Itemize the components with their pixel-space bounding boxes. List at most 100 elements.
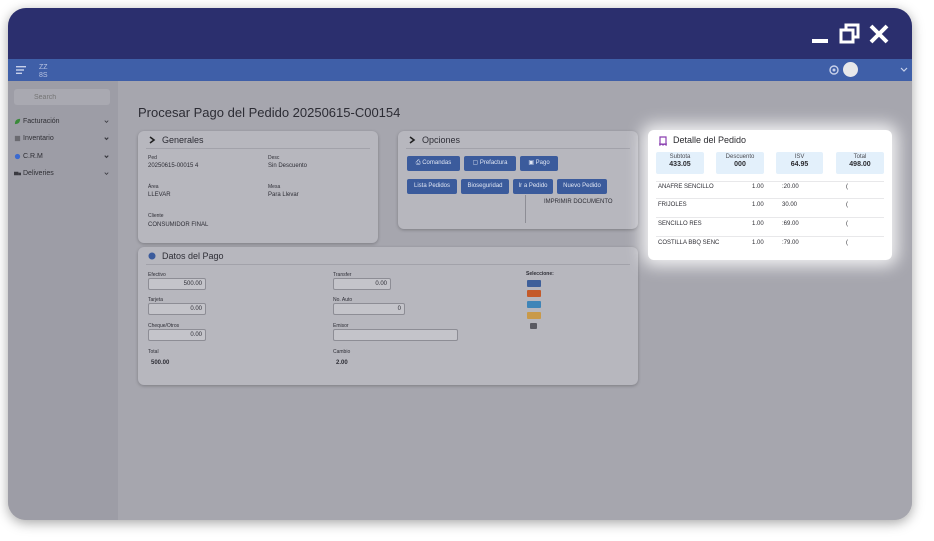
datos-pago-panel: Datos del Pago Efectivo 500.00 Tarjeta 0… [138, 247, 638, 385]
subtotal-label: Subtota [669, 154, 691, 160]
page-title: Procesar Pago del Pedido 20250615-C00154 [138, 105, 401, 120]
avatar[interactable] [843, 62, 858, 77]
receipt-icon [659, 136, 667, 146]
sidebar-item-label: Facturación [23, 118, 60, 125]
sidebar-item-label: Inventario [23, 135, 54, 142]
chevron-down-icon [104, 137, 109, 141]
item-qty: 1.00 [752, 184, 764, 190]
lista-pedidos-button[interactable]: Lista Pedidos [407, 179, 457, 194]
chevron-right-icon [149, 136, 156, 144]
restore-icon[interactable] [838, 22, 862, 46]
window-titlebar [8, 8, 912, 59]
item-qty: 1.00 [752, 202, 764, 208]
table-row: FRIJOLES 1.00 30.00 ( [656, 200, 884, 218]
svg-text:ZZ: ZZ [39, 64, 48, 71]
subtotal-value: 433.05 [669, 161, 691, 168]
sidebar: Facturación Inventario C.R.M Deliveries [8, 81, 118, 520]
chevron-down-icon[interactable] [900, 65, 908, 73]
opciones-header[interactable]: Opciones [408, 135, 460, 145]
sidebar-item-label: C.R.M [23, 153, 43, 160]
cheque-input[interactable]: 0.00 [148, 329, 206, 341]
no-auto-input[interactable]: 0 [333, 303, 405, 315]
item-price: :69.00 [782, 221, 799, 227]
comandas-button[interactable]: ⎙ Comandas [407, 156, 460, 171]
cliente-value: CONSUMIDOR FINAL [148, 222, 209, 228]
mastercard-icon[interactable] [527, 290, 541, 297]
search-input[interactable] [14, 89, 110, 105]
datos-pago-header: Datos del Pago [148, 251, 224, 261]
ped-value: 20250615-00015 4 [148, 163, 199, 169]
detalle-title: Detalle del Pedido [673, 135, 747, 145]
remove-item-button[interactable]: ( [846, 240, 848, 246]
item-name: SENCILLO RES [658, 221, 702, 227]
cash-icon: ▣ [528, 160, 536, 166]
isv-label: ISV [794, 154, 805, 160]
remove-item-button[interactable]: ( [846, 202, 848, 208]
opciones-panel: Opciones ⎙ Comandas ▢ Prefactura ▣ Pago … [398, 131, 638, 229]
descuento-value: 000 [734, 161, 746, 168]
sidebar-item-deliveries[interactable]: Deliveries [14, 167, 110, 181]
svg-text:8S: 8S [39, 72, 48, 78]
desc-label: Desc [268, 155, 280, 161]
isv-box: ISV 64.95 [776, 152, 823, 174]
efectivo-input[interactable]: 500.00 [148, 278, 206, 290]
divider [146, 148, 370, 149]
pago-button[interactable]: ▣ Pago [520, 156, 558, 171]
prefactura-button[interactable]: ▢ Prefactura [464, 156, 516, 171]
total-box: Total 498.00 [836, 152, 884, 174]
leaf-icon [14, 118, 21, 125]
total-label: Total [148, 349, 159, 355]
nuevo-pedido-button[interactable]: Nuevo Pedido [557, 179, 607, 194]
table-row: ANAFRE SENCILLO 1.00 :20.00 ( [656, 181, 884, 199]
opciones-title: Opciones [422, 135, 461, 145]
close-icon[interactable] [867, 22, 891, 46]
area-label: Área [148, 184, 159, 190]
generales-title: Generales [162, 135, 204, 145]
hamburger-icon[interactable] [16, 64, 28, 76]
amex-card-icon[interactable] [527, 301, 541, 308]
item-price: :79.00 [782, 240, 799, 246]
document-icon: ▢ [472, 160, 480, 166]
item-price: 30.00 [782, 202, 798, 208]
coin-icon [148, 252, 156, 260]
sidebar-item-facturacion[interactable]: Facturación [14, 115, 110, 129]
generales-header[interactable]: Generales [148, 135, 204, 145]
generales-panel: Generales Ped 20250615-00015 4 Desc Sin … [138, 131, 378, 243]
item-name: FRIJOLES [658, 202, 687, 208]
sidebar-item-label: Deliveries [23, 170, 54, 177]
imprimir-documento-link[interactable]: IMPRIMIR DOCUMENTO [544, 199, 613, 205]
subtotal-box: Subtota 433.05 [656, 152, 704, 174]
app-header: ZZ 8S [8, 59, 912, 81]
isv-value: 64.95 [790, 161, 809, 168]
cliente-label: Cliente [148, 213, 164, 219]
gear-icon[interactable] [828, 64, 840, 76]
remove-item-button[interactable]: ( [846, 184, 848, 190]
divider [525, 195, 526, 223]
visa-card-icon[interactable] [527, 280, 541, 287]
sidebar-item-inventario[interactable]: Inventario [14, 132, 110, 146]
transfer-input[interactable]: 0.00 [333, 278, 391, 290]
desc-value: Sin Descuento [268, 163, 308, 169]
cambio-label: Cambio [333, 349, 351, 355]
total-box-value: 498.00 [849, 161, 871, 168]
divider [146, 264, 630, 265]
table-row: COSTILLA BBQ SENC 1.00 :79.00 ( [656, 238, 884, 256]
sidebar-item-crm[interactable]: C.R.M [14, 150, 110, 164]
chevron-down-icon [104, 155, 109, 159]
globe-icon [14, 153, 21, 160]
emisor-input[interactable] [333, 329, 458, 341]
item-price: :20.00 [782, 184, 799, 190]
tarjeta-input[interactable]: 0.00 [148, 303, 206, 315]
mesa-label: Mesa [268, 184, 281, 190]
bioseguridad-button[interactable]: Bioseguridad [461, 179, 509, 194]
descuento-label: Descuento [725, 154, 755, 160]
discover-card-icon[interactable] [527, 312, 541, 319]
item-name: ANAFRE SENCILLO [658, 184, 714, 190]
chevron-down-icon [104, 120, 109, 123]
area-value: LLEVAR [148, 192, 171, 198]
minimize-icon[interactable] [810, 22, 834, 46]
ped-label: Ped [148, 155, 157, 161]
remove-item-button[interactable]: ( [846, 221, 848, 227]
ir-pedido-button[interactable]: Ir a Pedido [513, 179, 553, 194]
generic-card-icon[interactable] [530, 323, 537, 329]
